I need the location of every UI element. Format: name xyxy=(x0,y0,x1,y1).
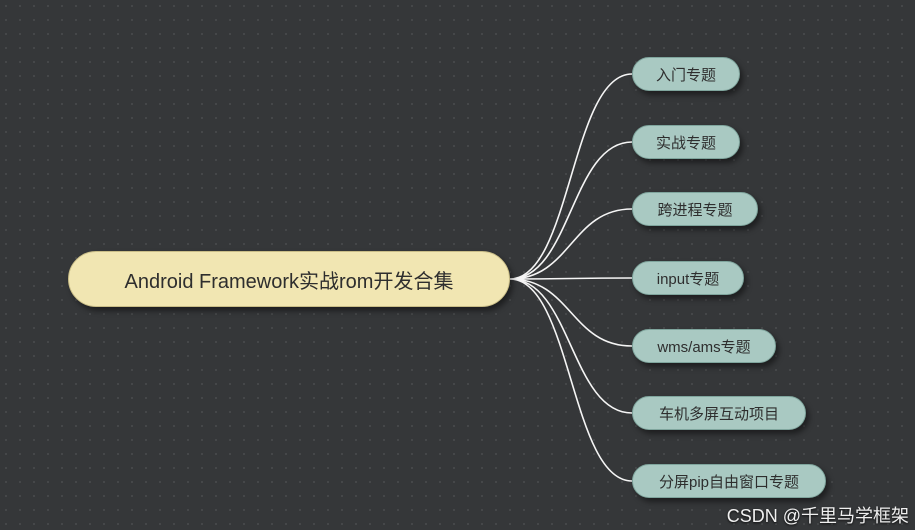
connector xyxy=(510,279,632,346)
child-node-label: 跨进程专题 xyxy=(657,199,732,220)
connector xyxy=(510,209,632,279)
connector xyxy=(510,142,632,279)
child-node[interactable]: input专题 xyxy=(632,261,744,295)
child-node[interactable]: 实战专题 xyxy=(632,125,740,159)
child-node-label: 实战专题 xyxy=(656,132,716,153)
child-node-label: input专题 xyxy=(657,268,720,289)
root-node-label: Android Framework实战rom开发合集 xyxy=(125,265,454,294)
connector xyxy=(510,279,632,413)
connector xyxy=(510,279,632,481)
child-node[interactable]: wms/ams专题 xyxy=(632,329,776,363)
child-node-label: 入门专题 xyxy=(656,64,716,85)
child-node-label: 车机多屏互动项目 xyxy=(659,403,779,424)
child-node-label: wms/ams专题 xyxy=(657,336,750,357)
root-node[interactable]: Android Framework实战rom开发合集 xyxy=(68,251,510,307)
connector xyxy=(510,278,632,279)
child-node-label: 分屏pip自由窗口专题 xyxy=(659,471,799,492)
child-node[interactable]: 分屏pip自由窗口专题 xyxy=(632,464,826,498)
child-node[interactable]: 跨进程专题 xyxy=(632,192,758,226)
connector xyxy=(510,74,632,279)
mindmap-canvas: Android Framework实战rom开发合集 入门专题实战专题跨进程专题… xyxy=(0,0,915,530)
child-node[interactable]: 车机多屏互动项目 xyxy=(632,396,806,430)
watermark: CSDN @千里马学框架 xyxy=(727,502,909,528)
child-node[interactable]: 入门专题 xyxy=(632,57,740,91)
